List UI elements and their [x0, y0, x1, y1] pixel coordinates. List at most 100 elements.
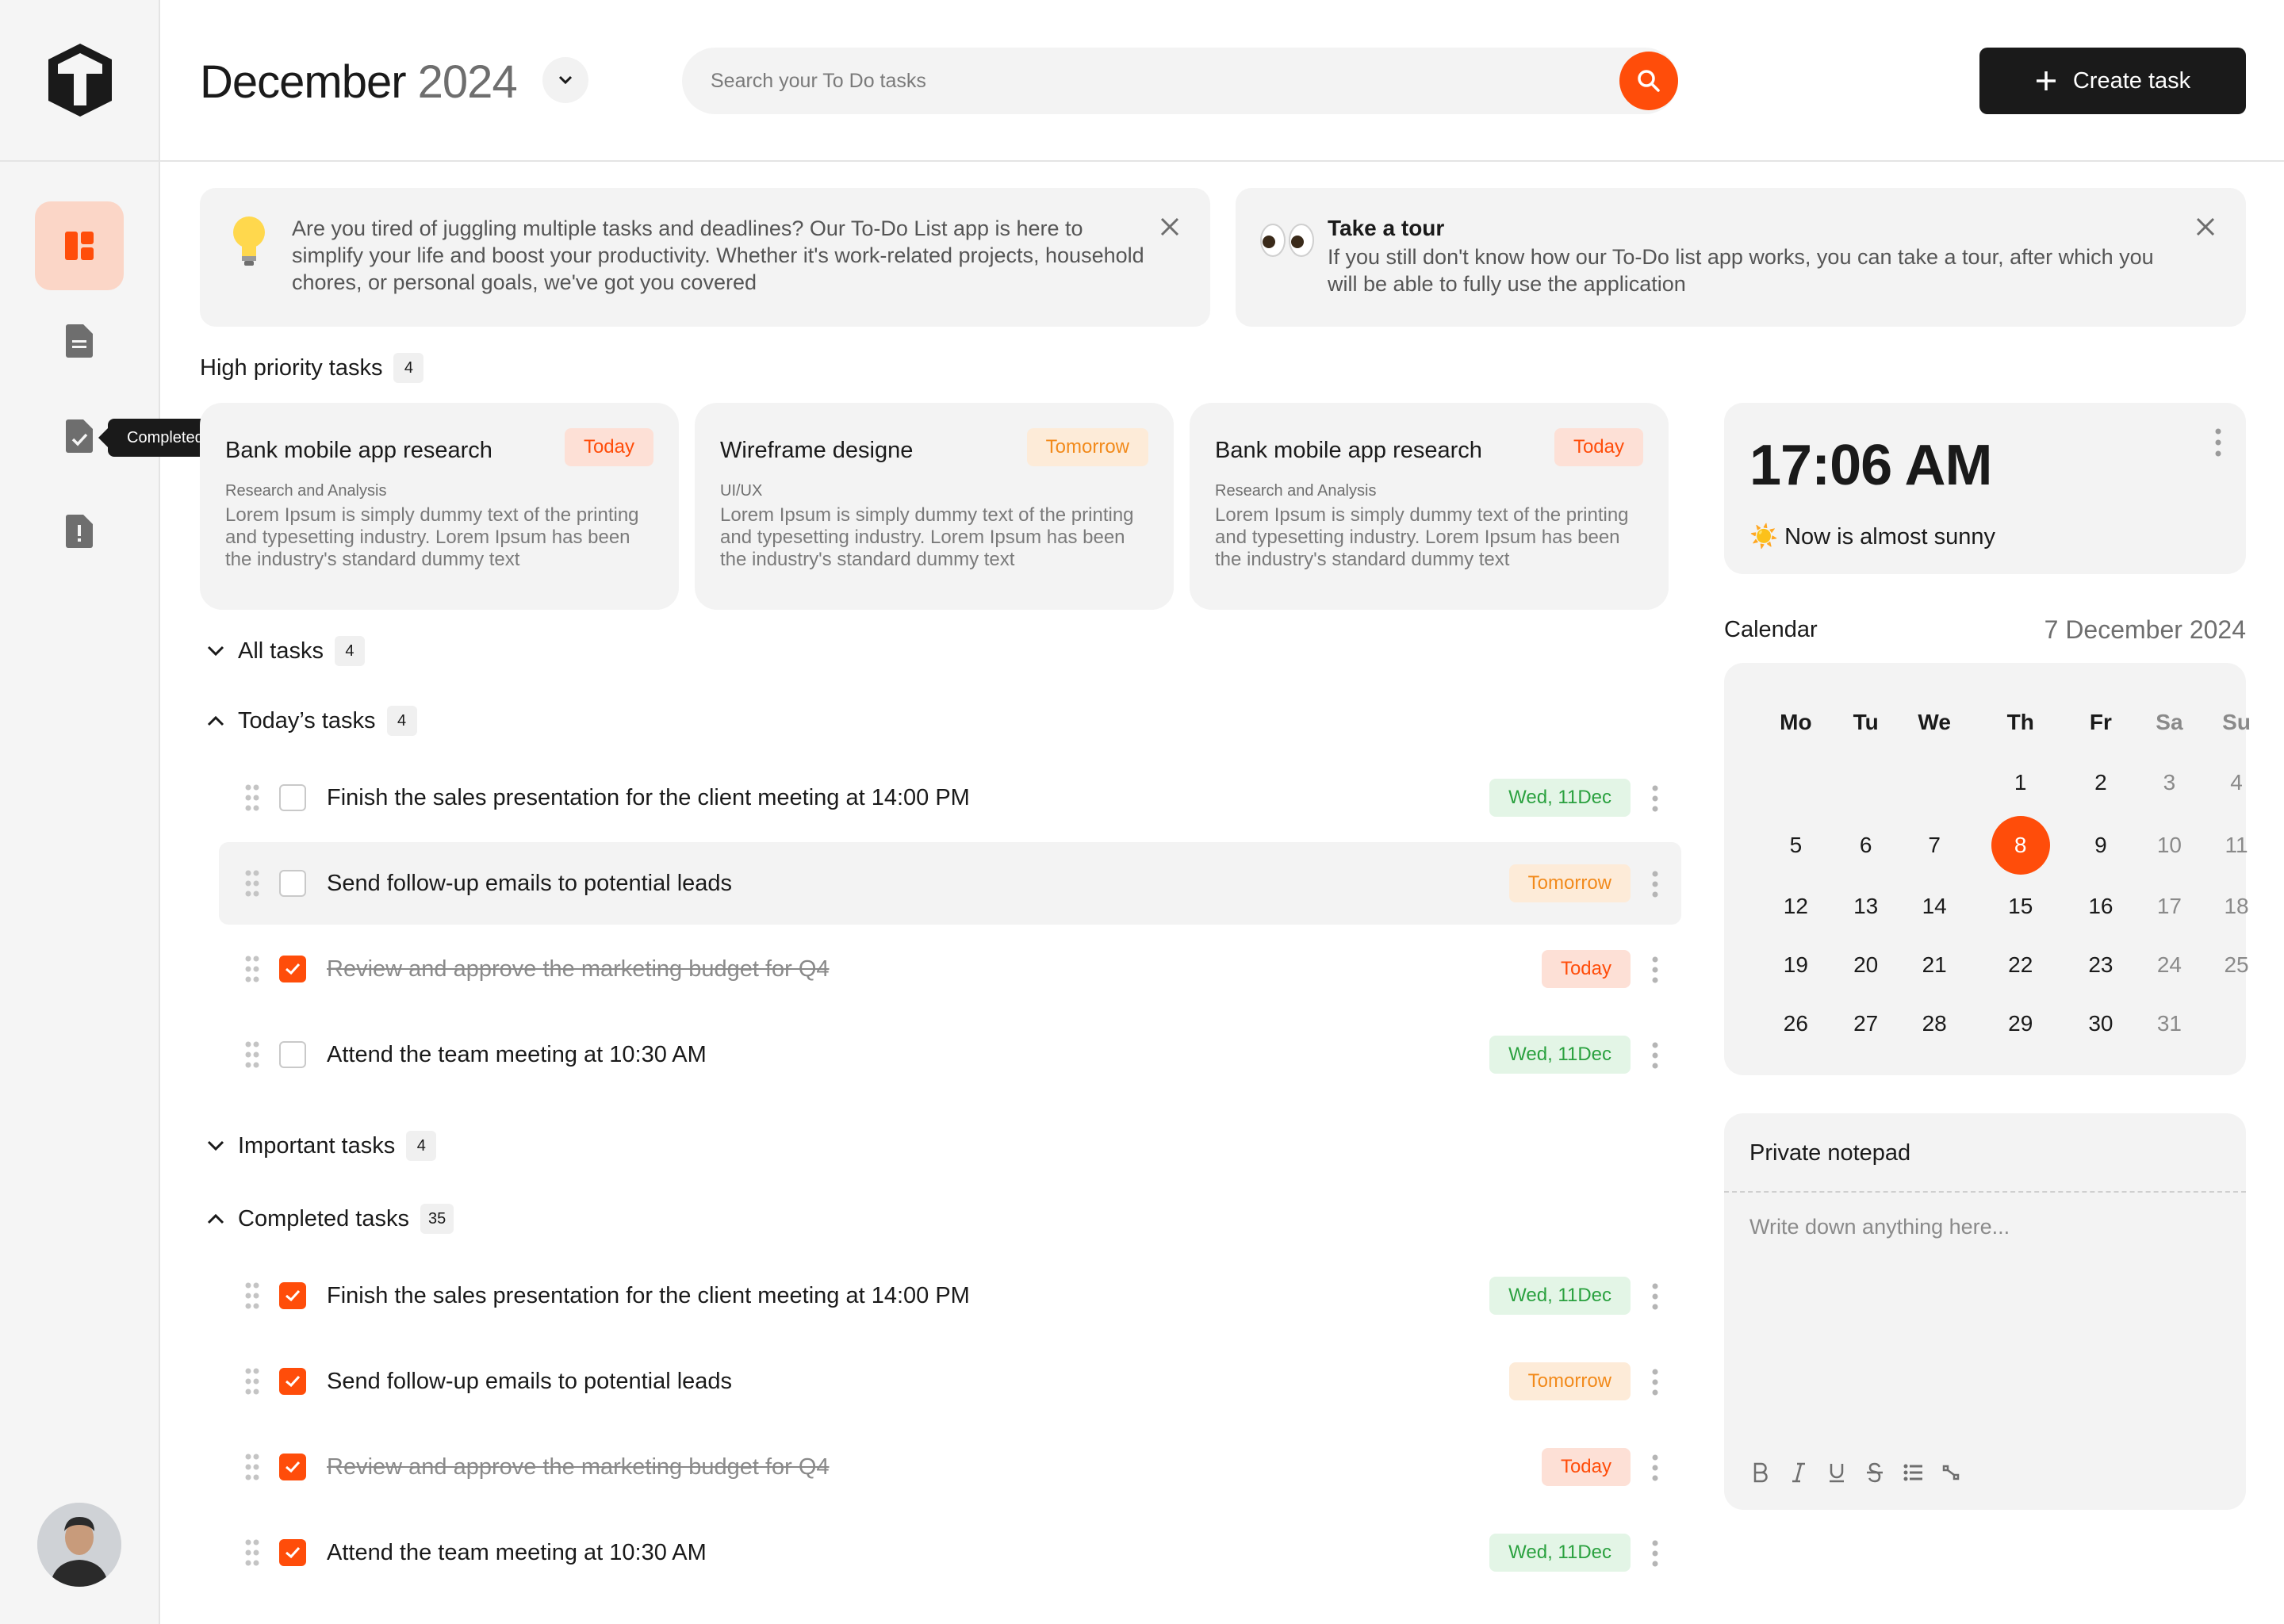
more-options-icon[interactable]	[2214, 428, 2222, 457]
drag-handle-icon[interactable]	[244, 955, 260, 983]
weather-text: Now is almost sunny	[1784, 523, 1996, 550]
drag-handle-icon[interactable]	[244, 783, 260, 812]
task-checkbox[interactable]	[279, 956, 306, 982]
italic-button[interactable]	[1788, 1459, 1810, 1486]
weekday-label: Tu	[1853, 710, 1879, 734]
task-checkbox[interactable]	[279, 1539, 306, 1566]
calendar-day[interactable]: 5	[1766, 816, 1825, 875]
close-icon[interactable]	[2194, 215, 2217, 239]
calendar-day[interactable]: 15	[1991, 877, 2050, 936]
drag-handle-icon[interactable]	[244, 1281, 260, 1310]
task-checkbox[interactable]	[279, 1368, 306, 1395]
calendar-day[interactable]: 18	[2207, 877, 2266, 936]
underline-button[interactable]	[1826, 1459, 1848, 1486]
calendar-day[interactable]: 19	[1766, 936, 1825, 994]
calendar-day[interactable]: 1	[1991, 753, 2050, 812]
task-row[interactable]: Send follow-up emails to potential leads…	[219, 842, 1681, 925]
task-row[interactable]: Finish the sales presentation for the cl…	[219, 1254, 1681, 1337]
calendar-day[interactable]: 24	[2140, 936, 2198, 994]
all-tasks-toggle[interactable]: All tasks 4	[205, 636, 365, 666]
search-input[interactable]	[711, 48, 1583, 114]
close-icon[interactable]	[1158, 215, 1182, 239]
calendar-day[interactable]: 17	[2140, 877, 2198, 936]
search-button[interactable]	[1619, 52, 1678, 110]
link-button[interactable]	[1940, 1459, 1962, 1486]
calendar-day[interactable]: 28	[1905, 994, 1964, 1053]
calendar-day[interactable]: 14	[1905, 877, 1964, 936]
more-options-icon[interactable]	[1651, 871, 1659, 898]
calendar-day[interactable]: 30	[2071, 994, 2130, 1053]
intro-text: Are you tired of juggling multiple tasks…	[292, 216, 1144, 294]
create-task-button[interactable]: Create task	[1979, 48, 2246, 114]
task-row[interactable]: Review and approve the marketing budget …	[219, 928, 1681, 1010]
calendar-day[interactable]: 3	[2140, 753, 2198, 812]
nav-documents[interactable]	[35, 297, 124, 385]
calendar-day[interactable]: 13	[1837, 877, 1895, 936]
calendar-day[interactable]: 31	[2140, 994, 2198, 1053]
drag-handle-icon[interactable]	[244, 1538, 260, 1567]
section-label: High priority tasks	[200, 354, 383, 381]
nav-dashboard[interactable]	[35, 201, 124, 290]
important-tasks-toggle[interactable]: Important tasks 4	[205, 1131, 437, 1161]
more-options-icon[interactable]	[1651, 1283, 1659, 1310]
calendar-day[interactable]: 22	[1991, 936, 2050, 994]
more-options-icon[interactable]	[1651, 1042, 1659, 1069]
weather-status: ☀️ Now is almost sunny	[1749, 523, 1995, 550]
calendar-day[interactable]: 21	[1905, 936, 1964, 994]
section-label: All tasks	[238, 638, 324, 664]
tour-text: If you still don't know how our To-Do li…	[1328, 245, 2154, 296]
weekday-label: We	[1918, 710, 1951, 734]
task-row[interactable]: Review and approve the marketing budget …	[219, 1426, 1681, 1508]
drag-handle-icon[interactable]	[244, 1040, 260, 1069]
task-title: Send follow-up emails to potential leads	[327, 871, 733, 896]
todays-tasks-toggle[interactable]: Today’s tasks 4	[205, 706, 417, 736]
bold-button[interactable]	[1749, 1459, 1772, 1486]
more-options-icon[interactable]	[1651, 1454, 1659, 1481]
calendar-day[interactable]: 11	[2207, 816, 2266, 875]
task-row[interactable]: Send follow-up emails to potential leads…	[219, 1340, 1681, 1423]
more-options-icon[interactable]	[1651, 1369, 1659, 1396]
nav-important[interactable]	[35, 487, 124, 576]
task-checkbox[interactable]	[279, 1454, 306, 1480]
task-row[interactable]: Finish the sales presentation for the cl…	[219, 756, 1681, 839]
strikethrough-button[interactable]	[1864, 1459, 1886, 1486]
month-dropdown-button[interactable]	[542, 57, 588, 103]
more-options-icon[interactable]	[1651, 1540, 1659, 1567]
more-options-icon[interactable]	[1651, 956, 1659, 983]
calendar-day[interactable]: 16	[2071, 877, 2130, 936]
app-logo-icon[interactable]	[48, 44, 112, 117]
task-checkbox[interactable]	[279, 870, 306, 897]
task-title: Review and approve the marketing budget …	[327, 1454, 830, 1480]
completed-tasks-toggle[interactable]: Completed tasks 35	[205, 1204, 454, 1234]
list-button[interactable]	[1902, 1459, 1924, 1486]
calendar-day[interactable]: 23	[2071, 936, 2130, 994]
task-row[interactable]: Attend the team meeting at 10:30 AM Wed,…	[219, 1511, 1681, 1594]
calendar-day[interactable]: 9	[2071, 816, 2130, 875]
calendar-day-selected[interactable]: 8	[1991, 816, 2050, 875]
priority-card[interactable]: Bank mobile app research Today Research …	[200, 403, 679, 610]
task-checkbox[interactable]	[279, 784, 306, 811]
drag-handle-icon[interactable]	[244, 869, 260, 898]
calendar-day[interactable]: 29	[1991, 994, 2050, 1053]
calendar-day[interactable]: 6	[1837, 816, 1895, 875]
more-options-icon[interactable]	[1651, 785, 1659, 812]
calendar-day[interactable]: 7	[1905, 816, 1964, 875]
drag-handle-icon[interactable]	[244, 1453, 260, 1481]
calendar-day[interactable]: 26	[1766, 994, 1825, 1053]
priority-card[interactable]: Bank mobile app research Today Research …	[1190, 403, 1669, 610]
weekday-label: Sa	[2156, 710, 2183, 734]
priority-card[interactable]: Wireframe designe Tomorrow UI/UX Lorem I…	[695, 403, 1174, 610]
calendar-day[interactable]: 2	[2071, 753, 2130, 812]
user-avatar[interactable]	[37, 1503, 121, 1587]
calendar-day[interactable]: 4	[2207, 753, 2266, 812]
calendar-day[interactable]: 25	[2207, 936, 2266, 994]
calendar-day[interactable]: 27	[1837, 994, 1895, 1053]
calendar-day[interactable]: 12	[1766, 877, 1825, 936]
calendar-day[interactable]: 20	[1837, 936, 1895, 994]
drag-handle-icon[interactable]	[244, 1367, 260, 1396]
calendar-day[interactable]: 10	[2140, 816, 2198, 875]
task-checkbox[interactable]	[279, 1282, 306, 1309]
task-row[interactable]: Attend the team meeting at 10:30 AM Wed,…	[219, 1013, 1681, 1096]
notepad-textarea[interactable]	[1749, 1215, 2221, 1453]
task-checkbox[interactable]	[279, 1041, 306, 1068]
